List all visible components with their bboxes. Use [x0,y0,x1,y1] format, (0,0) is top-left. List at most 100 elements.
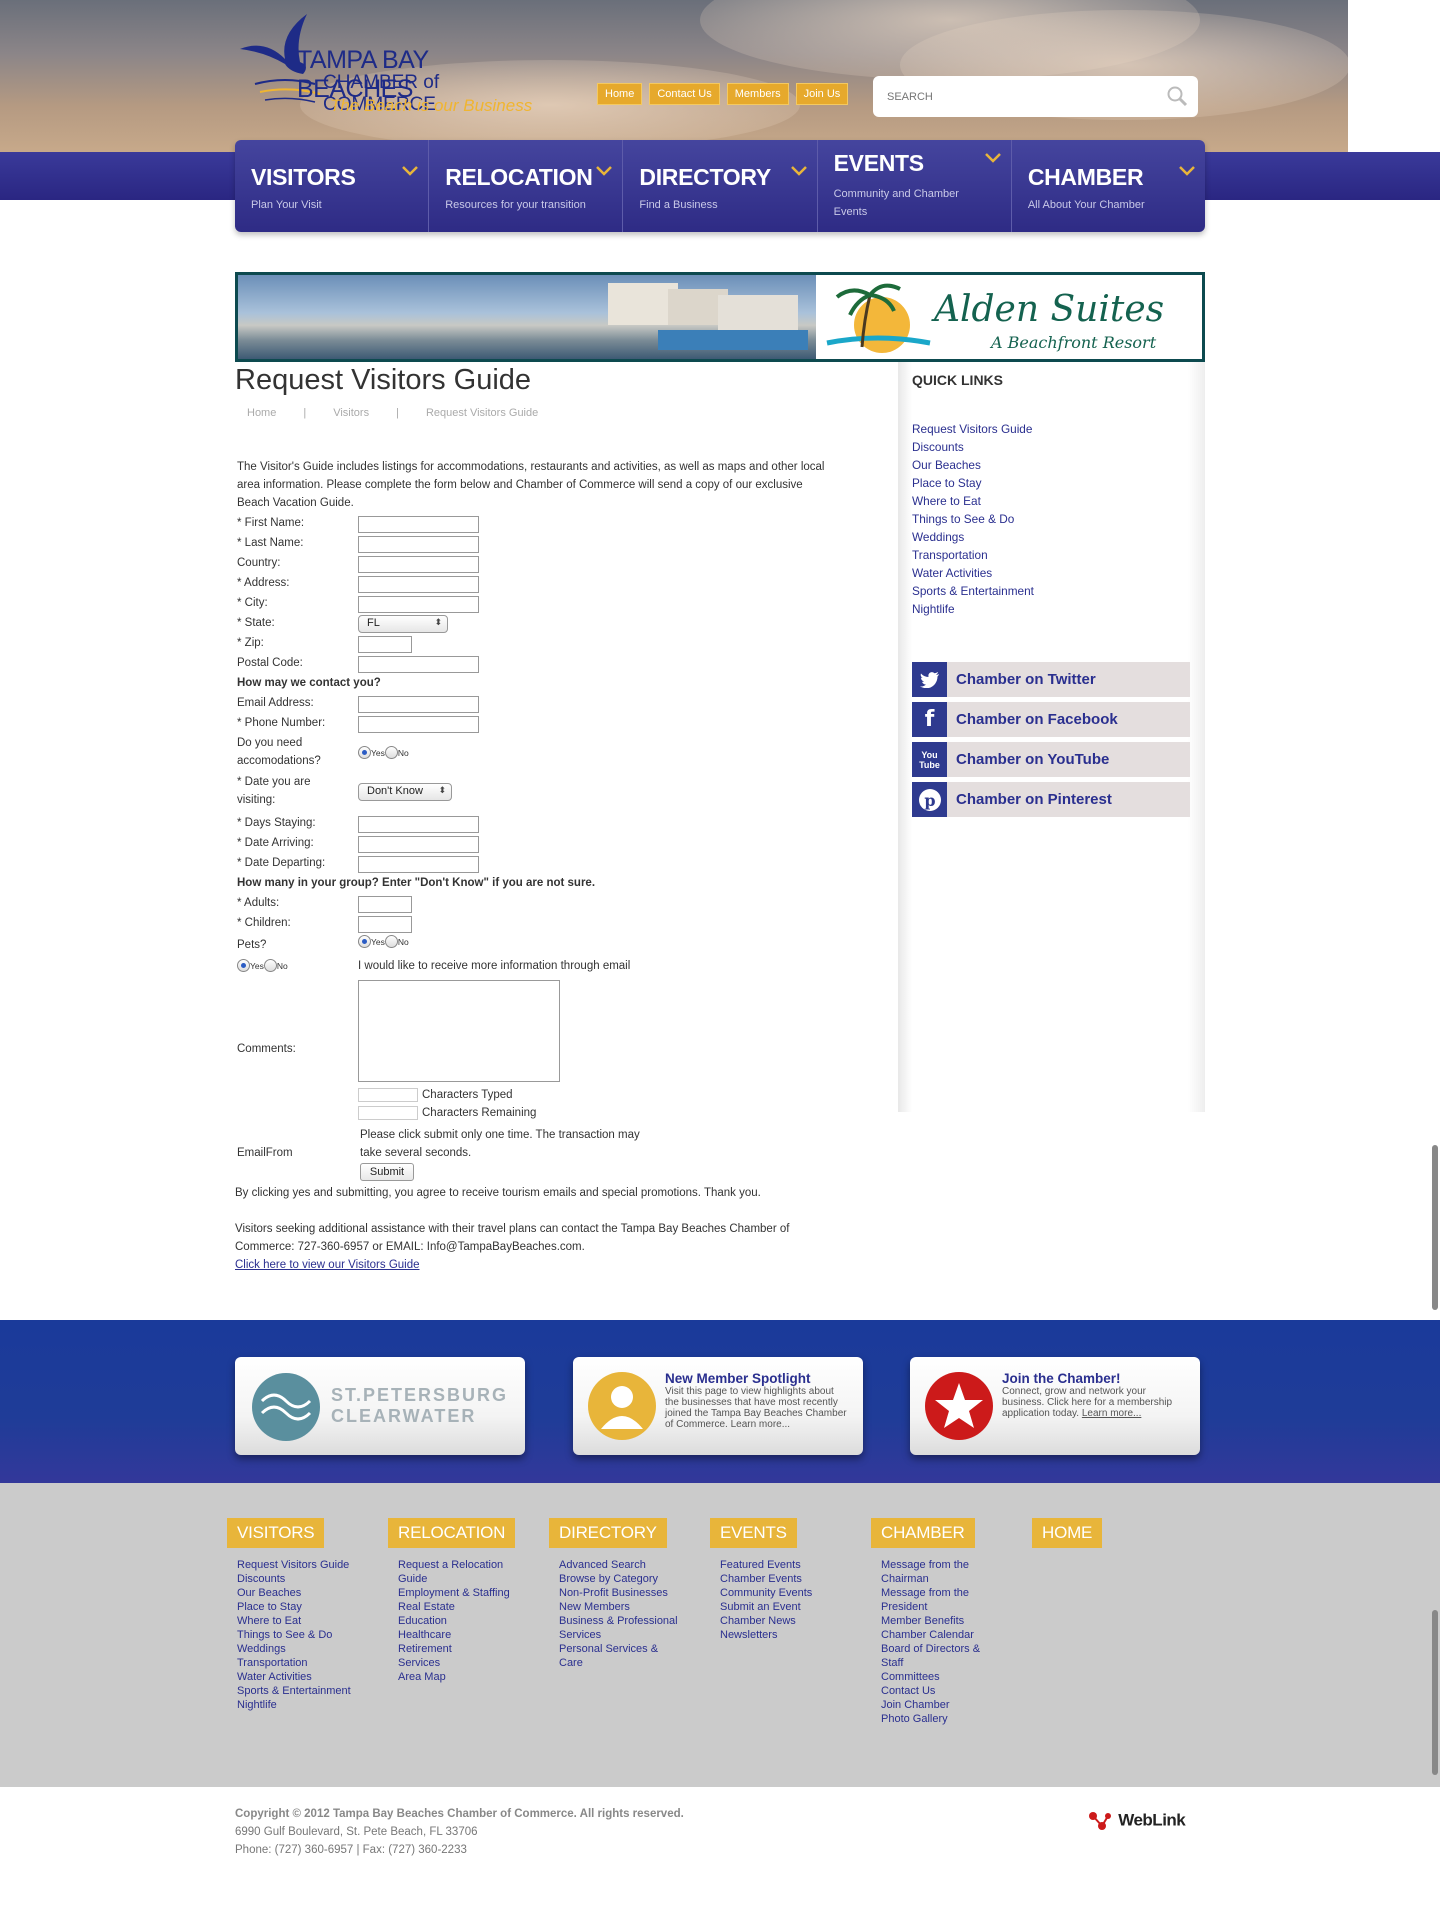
state-select[interactable]: FL ⬍ [358,615,448,633]
date-visiting-select[interactable]: Don't Know ⬍ [358,783,452,801]
date-arriving-field[interactable] [358,836,479,853]
footer-heading[interactable]: HOME [1032,1518,1103,1548]
footer-link[interactable]: Featured Events [720,1558,840,1572]
top-link-home[interactable]: Home [597,83,643,105]
adults-field[interactable] [358,896,412,913]
email-optin-no-radio[interactable] [263,959,277,972]
footer-link[interactable]: Our Beaches [237,1586,357,1600]
top-link-contact[interactable]: Contact Us [649,83,720,105]
days-staying-field[interactable] [358,816,479,833]
footer-link[interactable]: Non-Profit Businesses [559,1586,684,1600]
quick-link-item[interactable]: Discounts [912,438,1034,456]
footer-link[interactable]: Contact Us [881,1684,986,1698]
social-pinterest[interactable]: p Chamber on Pinterest [912,782,1190,817]
footer-link[interactable]: Browse by Category [559,1572,684,1586]
footer-heading[interactable]: DIRECTORY [549,1518,667,1548]
top-link-join[interactable]: Join Us [795,83,849,105]
social-youtube[interactable]: You Tube Chamber on YouTube [912,742,1190,777]
site-logo[interactable]: TAMPA BAY BEACHES CHAMBER of COMMERCE Th… [235,14,545,119]
address-field[interactable] [358,576,479,593]
footer-link[interactable]: Message from the Chairman [881,1558,986,1586]
footer-link[interactable]: Chamber Calendar [881,1628,986,1642]
footer-link[interactable]: Education [398,1614,513,1628]
quick-link-item[interactable]: Our Beaches [912,456,1034,474]
footer-link[interactable]: Business & Professional Services [559,1614,684,1642]
scrollbar-thumb[interactable] [1432,1610,1438,1775]
first-name-field[interactable] [358,516,479,533]
scrollbar-thumb[interactable] [1432,1145,1438,1310]
children-field[interactable] [358,916,412,933]
search-icon[interactable] [1166,85,1188,107]
city-field[interactable] [358,596,479,613]
footer-link[interactable]: Nightlife [237,1698,357,1712]
breadcrumb-home[interactable]: Home [247,407,276,419]
footer-heading[interactable]: CHAMBER [871,1518,975,1548]
ad-banner[interactable]: Alden Suites A Beachfront Resort [235,272,1205,362]
quick-link-item[interactable]: Transportation [912,546,1034,564]
footer-link[interactable]: Area Map [398,1670,513,1684]
social-twitter[interactable]: Chamber on Twitter [912,662,1190,697]
footer-link[interactable]: Water Activities [237,1670,357,1684]
quick-link-item[interactable]: Where to Eat [912,492,1034,510]
nav-chamber[interactable]: CHAMBER All About Your Chamber [1012,140,1205,232]
visitors-guide-link[interactable]: Click here to view our Visitors Guide [235,1256,420,1274]
nav-visitors[interactable]: VISITORS Plan Your Visit [235,140,430,232]
footer-heading[interactable]: RELOCATION [388,1518,516,1548]
breadcrumb-visitors[interactable]: Visitors [333,407,369,419]
footer-link[interactable]: Chamber Events [720,1572,840,1586]
footer-link[interactable]: Photo Gallery [881,1712,986,1726]
quick-link-item[interactable]: Request Visitors Guide [912,420,1034,438]
footer-link[interactable]: Retirement Services [398,1642,468,1670]
pets-yes-radio[interactable] [358,935,371,948]
footer-link[interactable]: Discounts [237,1572,357,1586]
footer-link[interactable]: Submit an Event [720,1600,840,1614]
footer-link[interactable]: Things to See & Do [237,1628,357,1642]
nav-events[interactable]: EVENTS Community and Chamber Events [818,140,1012,232]
footer-link[interactable]: Member Benefits [881,1614,986,1628]
footer-link[interactable]: Board of Directors & Staff [881,1642,986,1670]
footer-link[interactable]: Transportation [237,1656,357,1670]
footer-link[interactable]: Request Visitors Guide [237,1558,357,1572]
footer-link[interactable]: Sports & Entertainment [237,1684,357,1698]
quick-link-item[interactable]: Things to See & Do [912,510,1034,528]
postal-code-field[interactable] [358,656,479,673]
footer-link[interactable]: Newsletters [720,1628,840,1642]
nav-directory[interactable]: DIRECTORY Find a Business [623,140,818,232]
join-chamber-card[interactable]: Join the Chamber! Connect, grow and netw… [910,1357,1200,1455]
pets-no-radio[interactable] [384,935,398,948]
footer-link[interactable]: Community Events [720,1586,840,1600]
quick-link-item[interactable]: Water Activities [912,564,1034,582]
top-link-members[interactable]: Members [726,83,789,105]
email-field[interactable] [358,696,479,713]
footer-link[interactable]: Request a Relocation Guide [398,1558,513,1586]
stpete-clearwater-card[interactable]: ST.PETERSBURG CLEARWATER [235,1357,525,1455]
footer-link[interactable]: Message from the President [881,1586,986,1614]
submit-button[interactable]: Submit [360,1163,414,1181]
weblink-logo[interactable]: WebLink [1088,1810,1186,1832]
quick-link-item[interactable]: Nightlife [912,600,1034,618]
social-facebook[interactable]: f Chamber on Facebook [912,702,1190,737]
footer-heading[interactable]: EVENTS [710,1518,797,1548]
search-input[interactable] [887,86,1147,108]
email-optin-yes-radio[interactable] [237,959,250,972]
join-learn-more[interactable]: Learn more... [1082,1408,1141,1419]
footer-link[interactable]: Personal Services & Care [559,1642,664,1670]
spotlight-learn-more[interactable]: Learn more... [731,1419,790,1430]
footer-link[interactable]: Employment & Staffing [398,1586,513,1600]
accommodations-yes-radio[interactable] [358,746,371,759]
footer-link[interactable]: Real Estate [398,1600,513,1614]
footer-link[interactable]: Chamber News [720,1614,840,1628]
comments-textarea[interactable] [358,980,560,1082]
quick-link-item[interactable]: Sports & Entertainment [912,582,1034,600]
member-spotlight-card[interactable]: New Member Spotlight Visit this page to … [573,1357,863,1455]
footer-link[interactable]: Weddings [237,1642,357,1656]
footer-link[interactable]: New Members [559,1600,684,1614]
footer-link[interactable]: Place to Stay [237,1600,357,1614]
accommodations-no-radio[interactable] [384,746,398,759]
quick-link-item[interactable]: Place to Stay [912,474,1034,492]
footer-link[interactable]: Where to Eat [237,1614,357,1628]
footer-link[interactable]: Join Chamber [881,1698,986,1712]
last-name-field[interactable] [358,536,479,553]
nav-relocation[interactable]: RELOCATION Resources for your transition [429,140,624,232]
quick-link-item[interactable]: Weddings [912,528,1034,546]
